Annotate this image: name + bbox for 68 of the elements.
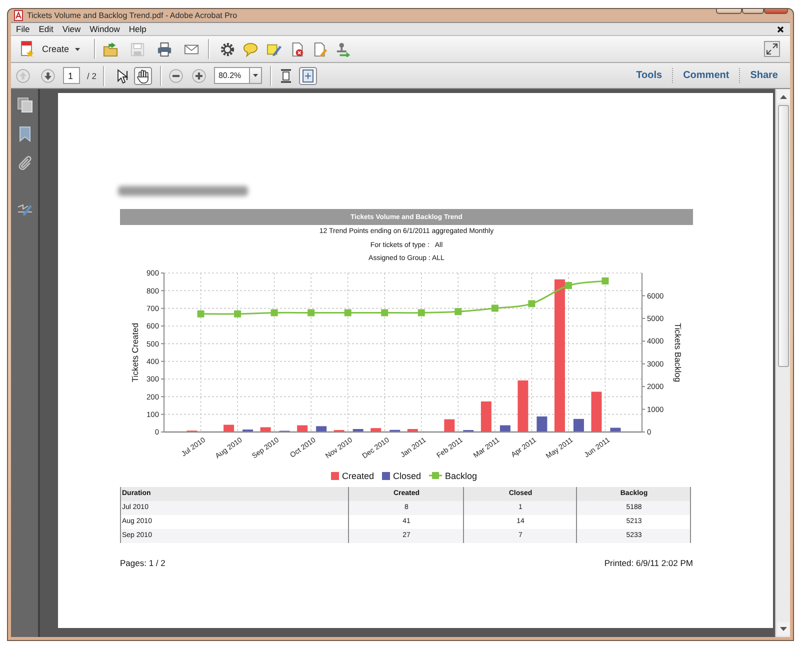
close-icon[interactable] [777, 26, 784, 32]
chart-bar [536, 416, 548, 432]
expand-icon[interactable] [764, 41, 780, 57]
close-button[interactable] [764, 9, 788, 14]
chart-bar [591, 391, 602, 432]
hand-icon[interactable] [134, 66, 152, 84]
chart-bar [370, 428, 382, 432]
legend-label: Backlog [445, 470, 478, 480]
page-counter: Pages: 1 / 2 [120, 558, 166, 568]
chart-bar [390, 429, 400, 432]
app-icon [14, 10, 23, 21]
chart-bar [352, 428, 364, 432]
zoom-out-icon[interactable] [169, 68, 184, 82]
up-triangle-icon [780, 94, 786, 98]
chart-bar [297, 424, 308, 432]
chart-bar [610, 427, 621, 432]
caret-down-icon [253, 74, 258, 77]
document-pen-icon[interactable] [313, 42, 328, 56]
axis-title: Tickets Backlog [673, 322, 683, 382]
chart-bar [444, 418, 455, 432]
zoom-level-field[interactable]: 80.2% [214, 67, 250, 84]
sticky-note-pen-icon[interactable] [266, 42, 284, 56]
zoom-in-icon[interactable] [192, 68, 206, 82]
chart-bar [260, 426, 271, 432]
chart-bar [573, 418, 584, 432]
caret-down-icon [75, 48, 80, 50]
pages-icon[interactable] [16, 97, 32, 113]
chart-bar [518, 380, 528, 432]
bookmark-icon[interactable] [18, 126, 32, 142]
chart-bar [500, 424, 510, 432]
zoom-dropdown-button[interactable] [249, 67, 262, 84]
legend-label: Created [342, 470, 374, 480]
pane-link[interactable]: Tools [626, 68, 672, 83]
pane-link[interactable]: Share [739, 68, 788, 83]
chart-bar [480, 400, 492, 432]
menu-item[interactable]: File [16, 24, 30, 34]
scroll-up-button[interactable] [776, 90, 790, 103]
pane-link[interactable]: Comment [672, 68, 740, 83]
window-title: Tickets Volume and Backlog Trend.pdf - Adobe Acrobat Pro [27, 11, 238, 20]
speech-bubble-icon[interactable] [243, 42, 258, 56]
page-number-field[interactable]: 1 [63, 67, 80, 84]
create-button[interactable]: Create [20, 39, 80, 59]
signature-pen-icon[interactable] [16, 203, 32, 216]
menu-item[interactable]: View [62, 24, 81, 34]
chart-bar [407, 428, 418, 432]
scrollbar[interactable] [775, 89, 790, 637]
page-scroll-icon[interactable] [299, 66, 318, 84]
printer-icon[interactable] [157, 42, 172, 56]
down-triangle-icon [780, 626, 786, 630]
document-badge-icon[interactable] [290, 42, 306, 56]
minimize-button[interactable] [716, 9, 742, 14]
settings-icon[interactable] [220, 42, 236, 56]
scroll-down-button[interactable] [776, 622, 790, 635]
maximize-button[interactable] [742, 9, 764, 14]
menu-item[interactable]: Help [128, 24, 146, 34]
chart-bar [224, 424, 234, 432]
axis-title: Tickets Created [130, 322, 140, 382]
chart-bar [242, 429, 254, 432]
printed-timestamp: Printed: 6/9/11 2:02 PM [604, 558, 693, 568]
folder-icon[interactable] [103, 42, 118, 56]
chart-bar [316, 426, 327, 432]
menu-item[interactable]: Edit [38, 24, 54, 34]
stamp-arrow-icon[interactable] [336, 42, 352, 56]
menu-item[interactable]: Window [90, 24, 120, 34]
legend-label: Closed [392, 470, 421, 480]
page-count: / 2 [87, 70, 96, 80]
scrollbar-thumb[interactable] [778, 105, 788, 367]
paperclip-icon[interactable] [16, 155, 32, 171]
